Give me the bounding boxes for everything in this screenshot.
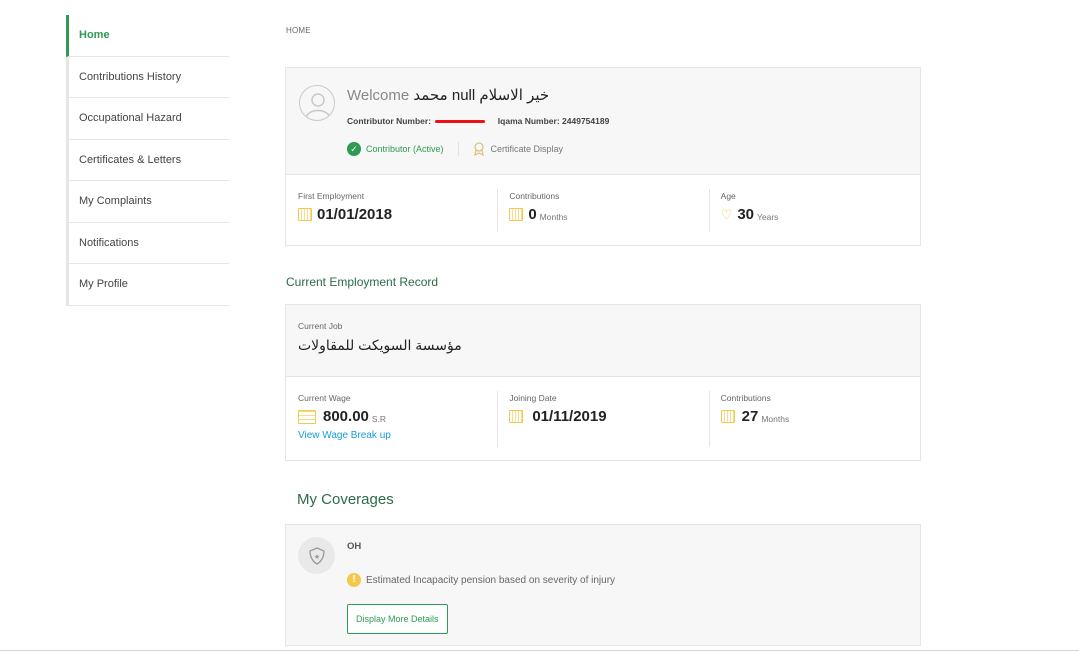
sidebar-item-label: My Profile [79,278,128,291]
stat-label: Joining Date [509,393,557,403]
employment-stats: Current Wage 800.00 S.R View Wage Break u… [286,377,920,461]
stat-first-employment: First Employment 01/01/2018 [286,175,497,246]
warning-icon: ! [347,573,361,587]
sidebar-item-notifications[interactable]: Notifications [66,222,229,264]
certificate-display-link[interactable]: Certificate Display [473,142,564,156]
svg-text:★: ★ [313,553,319,561]
sidebar-item-label: Home [79,29,110,42]
stat-value: 27 [741,408,759,425]
current-job-value: مؤسسة السويكت للمقاولات [298,337,462,353]
money-icon [298,409,316,424]
view-wage-breakup-link[interactable]: View Wage Break up [298,430,391,441]
coverage-description: ! Estimated Incapacity pension based on … [347,573,615,587]
status-line: ✓ Contributor (Active) Certificate Displ… [347,142,563,156]
sidebar-item-label: Occupational Hazard [79,112,182,125]
stat-unit: Years [757,211,779,222]
coverage-card: ★ OH ! Estimated Incapacity pension base… [285,524,921,646]
stat-value: 800.00 [323,408,369,425]
medal-icon [473,142,484,156]
check-icon: ✓ [347,142,361,156]
stat-unit: Months [539,211,568,222]
coverage-code: OH [347,541,362,552]
stat-label: Contributions [720,393,771,403]
stat-value: 30 [737,206,754,223]
coverages-title: My Coverages [297,491,394,508]
iqama-number: 2449754189 [562,116,610,126]
employment-section-title: Current Employment Record [286,275,439,289]
sidebar-item-label: Contributions History [79,70,182,83]
calendar-icon [720,410,735,423]
user-name: محمد null خير الاسلام [413,87,550,104]
stat-unit: S.R [371,413,387,424]
breadcrumb: HOME [286,26,311,35]
employment-card: Current Job مؤسسة السويكت للمقاولات Curr… [285,304,921,461]
stat-age: Age ♡ 30 Years [708,175,920,246]
stat-joining-date: Joining Date 01/11/2019 [497,377,708,461]
stat-label: Current Wage [298,393,351,403]
sidebar-item-occupational-hazard[interactable]: Occupational Hazard [66,98,229,140]
status-badge: ✓ Contributor (Active) [347,142,444,156]
avatar [299,85,335,121]
shield-icon: ★ [308,546,325,565]
calendar-icon [509,208,524,221]
sidebar-item-certificates-letters[interactable]: Certificates & Letters [66,139,229,181]
certificate-display-label: Certificate Display [490,144,564,154]
user-icon [305,93,331,119]
sidebar-item-label: Certificates & Letters [79,153,182,166]
stat-label: First Employment [298,191,365,201]
stat-label: Age [720,191,736,201]
divider [457,142,459,156]
stat-contributions: Contributions 27 Months [708,377,920,461]
calendar-icon [509,410,524,423]
iqama-label: Iqama Number: [497,116,560,126]
id-numbers: Contributor Number: Iqama Number: 244975… [347,116,609,126]
profile-card: Welcome محمد null خير الاسلام Contributo… [285,67,921,246]
sidebar-item-home[interactable]: Home [66,15,229,57]
stat-value: 0 [528,206,537,223]
sidebar-item-label: Notifications [79,236,139,249]
sidebar-item-my-profile[interactable]: My Profile [66,264,229,306]
profile-header: Welcome محمد null خير الاسلام Contributo… [286,68,920,175]
contributor-number-label: Contributor Number: [347,116,432,126]
stat-label: Contributions [509,191,560,201]
stat-unit: Months [761,413,790,424]
profile-stats: First Employment 01/01/2018 Contribution… [286,175,920,246]
sidebar: Home Contributions History Occupational … [66,15,229,306]
stat-current-wage: Current Wage 800.00 S.R View Wage Break u… [286,377,497,461]
coverage-badge: ★ [298,537,335,574]
heart-icon: ♡ [720,206,733,222]
welcome-text: Welcome محمد null خير الاسلام [347,86,549,104]
calendar-icon [298,208,312,221]
stat-value: 01/11/2019 [532,408,607,425]
coverage-description-text: Estimated Incapacity pension based on se… [366,574,616,586]
divider [0,650,1079,651]
current-job-label: Current Job [298,321,343,331]
stat-value: 01/01/2018 [317,206,393,223]
stat-contributions: Contributions 0 Months [497,175,708,246]
current-job: Current Job مؤسسة السويكت للمقاولات [286,305,920,377]
status-text: Contributor (Active) [366,144,444,154]
sidebar-item-my-complaints[interactable]: My Complaints [66,181,229,223]
sidebar-item-contributions-history[interactable]: Contributions History [66,56,229,98]
display-more-details-button[interactable]: Display More Details [347,604,448,634]
welcome-label: Welcome [347,87,410,104]
redacted-mark [435,120,486,124]
sidebar-item-label: My Complaints [79,195,152,208]
